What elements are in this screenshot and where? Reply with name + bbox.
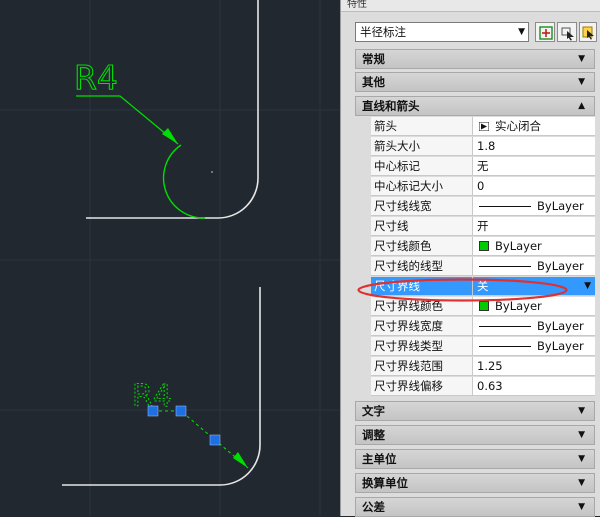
- prop-row-arrow-size[interactable]: 箭头大小 1.8: [355, 137, 595, 157]
- prop-name: 尺寸界线宽度: [371, 317, 473, 336]
- grid-lines: [0, 0, 340, 516]
- palette-title[interactable]: 特性: [341, 0, 600, 12]
- prop-name: 尺寸界线类型: [371, 337, 473, 356]
- prop-value[interactable]: ByLayer: [473, 297, 595, 316]
- prop-name: 中心标记: [371, 157, 473, 176]
- prop-row-dimline-lineweight[interactable]: 尺寸线线宽 ByLayer: [355, 197, 595, 217]
- properties-palette: 特性 半径标注 ▼ 常规 ▼ 其他 ▼ 直线和箭头 ▲ 箭头 实心闭合 箭头大小…: [340, 0, 600, 517]
- quick-select-icon: [539, 26, 553, 40]
- chevron-down-icon: ▼: [518, 27, 525, 37]
- grip-point[interactable]: [175, 405, 187, 417]
- category-lines-and-arrows[interactable]: 直线和箭头 ▲: [355, 96, 595, 116]
- prop-name: 尺寸界线颜色: [371, 297, 473, 316]
- prop-value[interactable]: 1.25: [473, 357, 595, 376]
- prop-row-center-mark[interactable]: 中心标记 无: [355, 157, 595, 177]
- prop-value[interactable]: 无: [473, 157, 595, 176]
- prop-name: 箭头: [371, 117, 473, 136]
- quick-select-button[interactable]: [535, 22, 555, 42]
- prop-value[interactable]: 0.63: [473, 377, 595, 396]
- prop-row-ext-line-type[interactable]: 尺寸界线类型 ByLayer: [355, 337, 595, 357]
- prop-name: 尺寸界线偏移: [371, 377, 473, 396]
- top-dimension-text: R4: [74, 58, 118, 97]
- object-type-dropdown[interactable]: 半径标注 ▼: [355, 22, 529, 42]
- property-grid: 箭头 实心闭合 箭头大小 1.8 中心标记 无 中心标记大小 0 尺寸线线宽 B…: [355, 117, 595, 397]
- prop-row-center-mark-size[interactable]: 中心标记大小 0: [355, 177, 595, 197]
- color-swatch-icon: [479, 301, 489, 311]
- prop-row-dimline-linetype[interactable]: 尺寸线的线型 ByLayer: [355, 257, 595, 277]
- select-objects-icon: [561, 27, 574, 41]
- line-sample-icon: [479, 326, 531, 327]
- select-objects-button[interactable]: [557, 22, 577, 42]
- prop-value[interactable]: 0: [473, 177, 595, 196]
- chevron-down-icon[interactable]: ▼: [584, 277, 591, 296]
- ext-line-select[interactable]: 关 ▼: [473, 277, 595, 296]
- category-general[interactable]: 常规 ▼: [355, 49, 595, 69]
- drawing-canvas[interactable]: R4 R4: [0, 0, 340, 516]
- line-sample-icon: [479, 266, 531, 267]
- top-radius-dimension[interactable]: R4: [73, 57, 213, 219]
- prop-row-dimline-color[interactable]: 尺寸线颜色 ByLayer: [355, 237, 595, 257]
- chevron-down-icon: ▼: [578, 454, 585, 464]
- prop-row-arrow[interactable]: 箭头 实心闭合: [355, 117, 595, 137]
- chevron-down-icon: ▼: [578, 77, 585, 87]
- category-alternate-units[interactable]: 换算单位 ▼: [355, 473, 595, 493]
- category-tolerances[interactable]: 公差 ▼: [355, 497, 595, 517]
- prop-name: 尺寸界线范围: [371, 357, 473, 376]
- bottom-radius-dimension[interactable]: R4: [132, 379, 249, 469]
- prop-row-ext-line-offset[interactable]: 尺寸界线偏移 0.63: [355, 377, 595, 397]
- chevron-down-icon: ▼: [578, 478, 585, 488]
- prop-name: 尺寸界线: [371, 277, 473, 296]
- prop-value[interactable]: ByLayer: [473, 317, 595, 336]
- prop-value[interactable]: ByLayer: [473, 337, 595, 356]
- chevron-down-icon: ▼: [578, 430, 585, 440]
- grip-point[interactable]: [147, 405, 159, 417]
- color-swatch-icon: [479, 241, 489, 251]
- prop-row-ext-line-extension[interactable]: 尺寸界线范围 1.25: [355, 357, 595, 377]
- prop-value[interactable]: 1.8: [473, 137, 595, 156]
- prop-row-ext-line-color[interactable]: 尺寸界线颜色 ByLayer: [355, 297, 595, 317]
- closed-filled-arrow-icon: [478, 118, 490, 132]
- chevron-down-icon: ▼: [578, 406, 585, 416]
- prop-name: 尺寸线的线型: [371, 257, 473, 276]
- toggle-pickadd-button[interactable]: [579, 22, 597, 42]
- line-sample-icon: [479, 346, 531, 347]
- prop-value[interactable]: 开: [473, 217, 595, 236]
- chevron-down-icon: ▼: [578, 54, 585, 64]
- category-misc[interactable]: 其他 ▼: [355, 72, 595, 92]
- line-sample-icon: [479, 206, 531, 207]
- chevron-up-icon: ▲: [578, 101, 585, 111]
- top-geometry-corner[interactable]: [86, 0, 259, 219]
- prop-row-ext-line-width[interactable]: 尺寸界线宽度 ByLayer: [355, 317, 595, 337]
- prop-name: 中心标记大小: [371, 177, 473, 196]
- toggle-pickadd-icon: [582, 26, 594, 40]
- grip-point[interactable]: [209, 434, 221, 446]
- object-type-value: 半径标注: [360, 25, 406, 39]
- category-primary-units[interactable]: 主单位 ▼: [355, 449, 595, 469]
- prop-value[interactable]: ByLayer: [473, 257, 595, 276]
- canvas-drawing: R4 R4: [0, 0, 340, 516]
- prop-name: 尺寸线颜色: [371, 237, 473, 256]
- prop-name: 尺寸线线宽: [371, 197, 473, 216]
- prop-name: 箭头大小: [371, 137, 473, 156]
- chevron-down-icon: ▼: [578, 502, 585, 512]
- prop-row-ext-line[interactable]: 尺寸界线 关 ▼: [355, 277, 595, 297]
- category-fit[interactable]: 调整 ▼: [355, 425, 595, 445]
- prop-value[interactable]: 实心闭合: [473, 117, 595, 136]
- prop-value[interactable]: ByLayer: [473, 237, 595, 256]
- prop-value[interactable]: ByLayer: [473, 197, 595, 216]
- category-text[interactable]: 文字 ▼: [355, 401, 595, 421]
- prop-name: 尺寸线: [371, 217, 473, 236]
- prop-row-dimline[interactable]: 尺寸线 开: [355, 217, 595, 237]
